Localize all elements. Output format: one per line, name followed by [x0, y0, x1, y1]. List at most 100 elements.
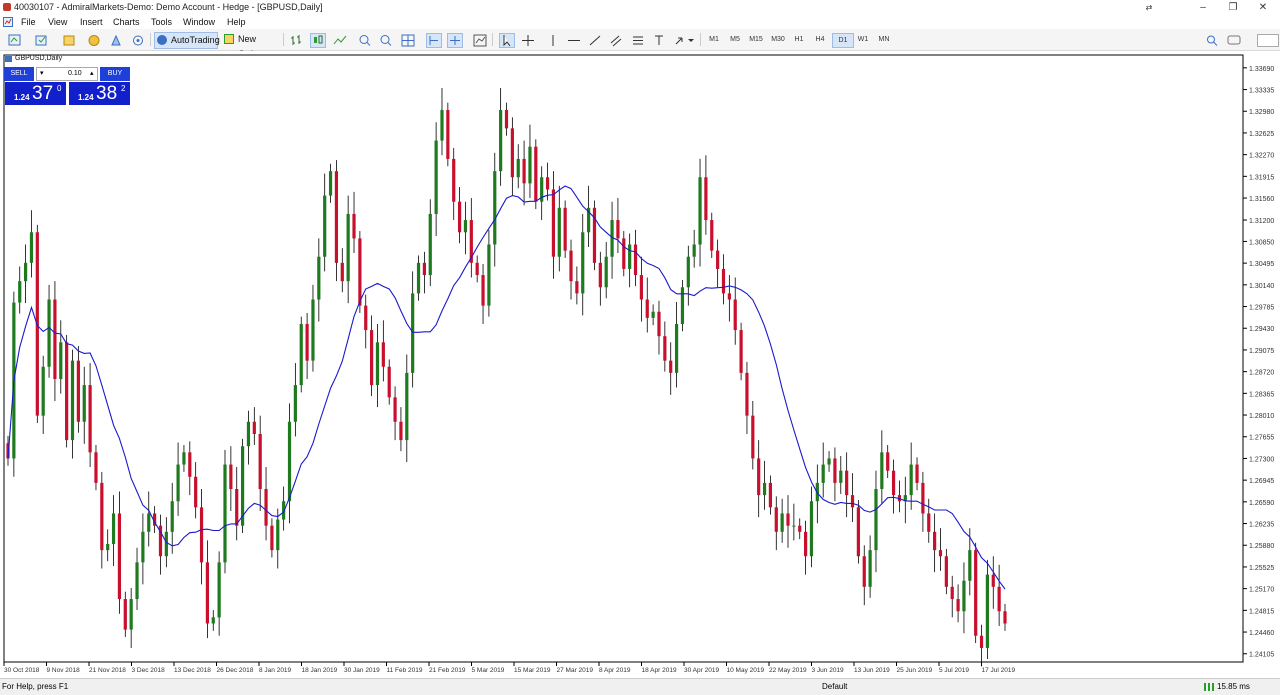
- lots-decrement-icon[interactable]: ▾: [40, 68, 44, 80]
- bar-chart-icon[interactable]: [288, 33, 304, 48]
- indicators-icon[interactable]: [472, 33, 488, 48]
- maximize-button[interactable]: ❐: [1218, 0, 1248, 15]
- chart-window[interactable]: 1.33690 1.33335 1.32980 1.32625 1.32270 1.319…: [0, 51, 1280, 678]
- new-order-button[interactable]: New Order: [222, 32, 280, 59]
- candle-body: [657, 311, 661, 337]
- candle-body: [598, 262, 602, 288]
- candle-body: [528, 146, 532, 184]
- candle-body: [111, 513, 116, 545]
- candle-body: [29, 232, 34, 263]
- ask-price[interactable]: 1.24 38 2: [69, 82, 130, 105]
- candle-body: [76, 360, 80, 422]
- trendline-icon[interactable]: [587, 33, 603, 48]
- minimize-button[interactable]: –: [1188, 0, 1218, 15]
- date-tick-label: 18 Jan 2019: [302, 667, 338, 674]
- price-tick-label: 1.33335: [1249, 88, 1274, 95]
- status-profile[interactable]: Default: [822, 679, 847, 695]
- lots-increment-icon[interactable]: ▴: [90, 68, 94, 80]
- chart-doc-icon[interactable]: [3, 17, 13, 27]
- date-tick-label: 21 Nov 2018: [89, 667, 126, 674]
- menu-help[interactable]: Help: [227, 16, 246, 28]
- zoom-in-icon[interactable]: [357, 33, 373, 48]
- candle-body: [276, 519, 280, 551]
- candle-body: [334, 171, 339, 263]
- timeframe-h4[interactable]: H4: [810, 33, 830, 46]
- price-tick-label: 1.24105: [1249, 652, 1274, 659]
- new-chart-icon[interactable]: [7, 33, 23, 48]
- fibonacci-icon[interactable]: [630, 33, 646, 48]
- chart-symbol-icon: [5, 56, 12, 62]
- terminal-icon[interactable]: [108, 33, 124, 48]
- candle-body: [839, 470, 843, 483]
- menu-view[interactable]: View: [48, 16, 67, 28]
- timeframe-m15[interactable]: M15: [746, 33, 766, 46]
- date-tick-label: 18 Apr 2019: [642, 667, 677, 674]
- menu-charts[interactable]: Charts: [113, 16, 140, 28]
- candle-body: [1003, 611, 1007, 624]
- timeframe-h1[interactable]: H1: [789, 33, 809, 46]
- candle-body: [686, 256, 690, 288]
- navigator-icon[interactable]: [86, 33, 102, 48]
- candle-body: [997, 586, 1001, 612]
- price-tick-label: 1.26235: [1249, 522, 1274, 529]
- candlestick-icon[interactable]: [310, 33, 326, 48]
- candle-body: [680, 287, 685, 324]
- crosshair-icon[interactable]: [520, 33, 536, 48]
- search-field[interactable]: [1257, 34, 1279, 47]
- ask-price-big: 38: [96, 83, 118, 104]
- price-tick-label: 1.31560: [1249, 196, 1274, 203]
- market-watch-icon[interactable]: [61, 33, 77, 48]
- timeframe-m1[interactable]: M1: [704, 33, 724, 46]
- price-chart[interactable]: 1.33690 1.33335 1.32980 1.32625 1.32270 1.319…: [0, 51, 1280, 678]
- candle-body: [622, 238, 626, 269]
- line-chart-icon[interactable]: [332, 33, 348, 48]
- channel-icon[interactable]: [608, 33, 624, 48]
- candle-body: [217, 562, 221, 618]
- close-button[interactable]: ✕: [1248, 0, 1278, 15]
- timeframe-m30[interactable]: M30: [768, 33, 788, 46]
- vertical-line-icon[interactable]: [545, 33, 561, 48]
- price-tick-label: 1.24815: [1249, 608, 1274, 615]
- cursor-icon[interactable]: [499, 33, 515, 48]
- timeframe-w1[interactable]: W1: [853, 33, 873, 46]
- strategy-tester-icon[interactable]: [130, 33, 146, 48]
- sell-button[interactable]: SELL: [4, 67, 34, 81]
- buy-button[interactable]: BUY: [100, 67, 130, 81]
- toolbar: AutoTrading New Order M1 M5 M15 M30 H1 H…: [0, 29, 1280, 59]
- horizontal-line-icon[interactable]: [566, 33, 582, 48]
- timeframe-d1[interactable]: D1: [832, 33, 854, 48]
- bid-price[interactable]: 1.24 37 0: [5, 82, 66, 105]
- candle-body: [950, 586, 954, 600]
- price-tick-label: 1.32980: [1249, 109, 1274, 116]
- menu-insert[interactable]: Insert: [80, 16, 103, 28]
- timeframe-mn[interactable]: MN: [874, 33, 894, 46]
- profiles-icon[interactable]: [34, 33, 50, 48]
- timeframe-m5[interactable]: M5: [725, 33, 745, 46]
- menu-file[interactable]: File: [21, 16, 36, 28]
- lots-input[interactable]: ▾ 0.10 ▴: [36, 67, 98, 81]
- chat-icon[interactable]: [1226, 33, 1242, 48]
- auto-scroll-icon[interactable]: [426, 33, 442, 48]
- candle-body: [739, 330, 743, 373]
- candle-body: [651, 311, 655, 318]
- zoom-out-icon[interactable]: [378, 33, 394, 48]
- autotrading-button[interactable]: AutoTrading: [154, 32, 220, 49]
- date-tick-label: 30 Jan 2019: [344, 667, 380, 674]
- tile-windows-icon[interactable]: [400, 33, 416, 48]
- menu-window[interactable]: Window: [183, 16, 215, 28]
- restore-arrows-icon[interactable]: ⇄: [1134, 0, 1164, 15]
- candle-body: [70, 360, 75, 441]
- status-bar: For Help, press F1 Default 15.85 ms: [0, 678, 1280, 695]
- date-tick-label: 22 May 2019: [769, 667, 807, 674]
- candle-body: [886, 452, 890, 471]
- chart-shift-icon[interactable]: [447, 33, 463, 48]
- dropdown-arrow-icon[interactable]: [686, 33, 696, 48]
- candle-body: [868, 550, 872, 587]
- candle-body: [962, 580, 966, 612]
- search-icon[interactable]: [1204, 33, 1220, 48]
- text-tool-icon[interactable]: [651, 33, 667, 48]
- bid-price-sup: 0: [57, 84, 62, 93]
- menu-tools[interactable]: Tools: [151, 16, 172, 28]
- price-tick-label: 1.32625: [1249, 131, 1274, 138]
- price-tick-label: 1.32270: [1249, 153, 1274, 160]
